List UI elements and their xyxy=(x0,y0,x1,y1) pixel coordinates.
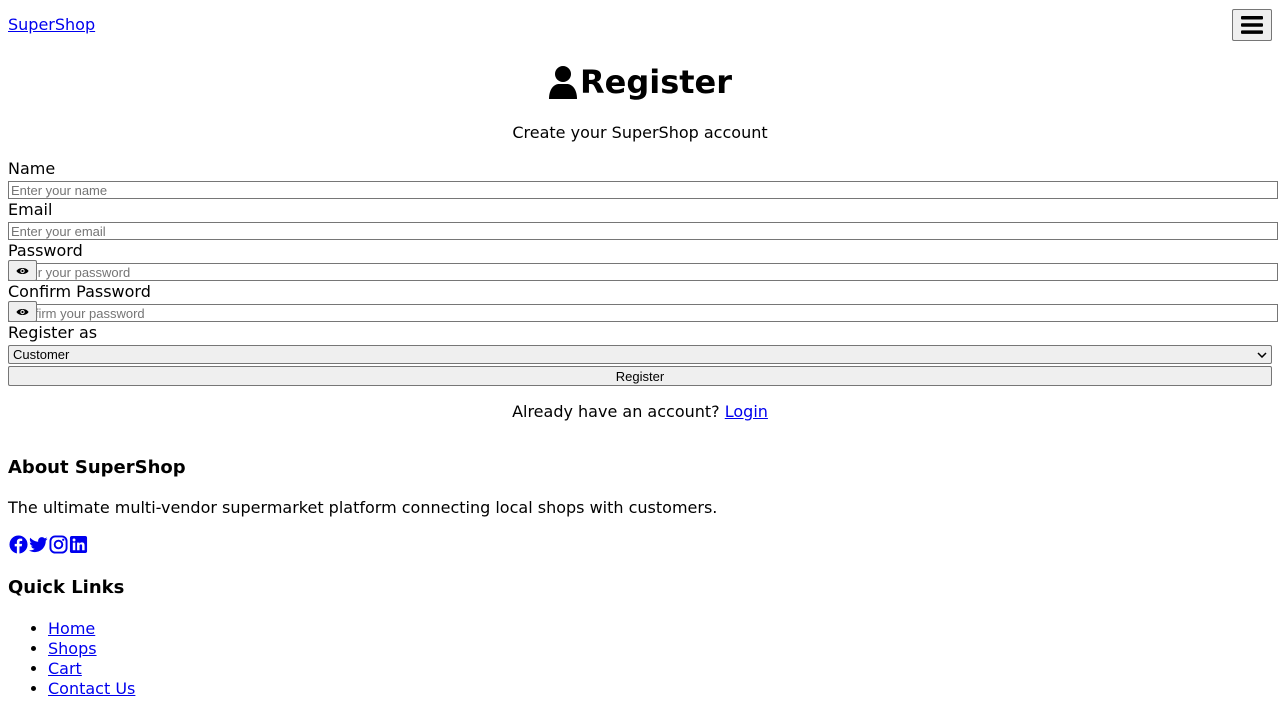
site-header: SuperShop xyxy=(0,0,1280,50)
password-label: Password xyxy=(8,241,83,260)
role-label: Register as xyxy=(8,323,98,342)
menu-toggle-button[interactable] xyxy=(1232,9,1272,41)
linkedin-link[interactable] xyxy=(68,534,88,554)
chevron-down-icon xyxy=(1257,351,1267,358)
list-item: Home xyxy=(48,619,135,639)
brand-link[interactable]: SuperShop xyxy=(8,15,95,35)
page-title: Register xyxy=(0,62,1280,102)
confirm-password-visibility-toggle[interactable] xyxy=(8,301,37,322)
email-input[interactable] xyxy=(8,222,1278,240)
quick-link-home[interactable]: Home xyxy=(48,619,95,638)
quick-link-shops[interactable]: Shops xyxy=(48,639,97,658)
password-input[interactable] xyxy=(8,263,1278,281)
facebook-link[interactable] xyxy=(8,534,28,554)
password-visibility-toggle[interactable] xyxy=(8,260,37,281)
page-title-text: Register xyxy=(579,63,733,101)
quick-link-contact[interactable]: Contact Us xyxy=(48,679,135,698)
name-label: Name xyxy=(8,159,56,178)
confirm-password-label: Confirm Password xyxy=(8,282,151,301)
email-label: Email xyxy=(8,200,53,219)
list-item: Cart xyxy=(48,659,135,679)
list-item: Shops xyxy=(48,639,135,659)
quick-links-heading: Quick Links xyxy=(8,577,125,598)
login-link[interactable]: Login xyxy=(725,402,768,421)
twitter-link[interactable] xyxy=(28,534,48,554)
eye-icon xyxy=(16,308,29,315)
user-icon xyxy=(548,66,577,99)
login-prompt: Already have an account? Login xyxy=(0,402,1280,422)
instagram-link[interactable] xyxy=(48,534,68,554)
list-item: Contact Us xyxy=(48,679,135,699)
about-heading: About SuperShop xyxy=(8,457,186,478)
confirm-password-input[interactable] xyxy=(8,304,1278,322)
eye-icon xyxy=(16,267,29,274)
social-links xyxy=(8,534,88,554)
role-select-value: Customer xyxy=(13,347,70,362)
hamburger-menu-icon xyxy=(1241,16,1263,34)
name-input[interactable] xyxy=(8,181,1278,199)
quick-links-list: Home Shops Cart Contact Us xyxy=(8,619,135,699)
linkedin-icon xyxy=(69,535,87,553)
role-select[interactable]: Customer xyxy=(8,345,1272,364)
page-subtitle: Create your SuperShop account xyxy=(512,123,768,142)
quick-link-cart[interactable]: Cart xyxy=(48,659,82,678)
facebook-icon xyxy=(8,534,28,554)
twitter-icon xyxy=(28,536,48,552)
login-prompt-text: Already have an account? xyxy=(512,402,720,421)
instagram-icon xyxy=(48,534,68,554)
register-button[interactable]: Register xyxy=(8,366,1272,386)
about-text: The ultimate multi-vendor supermarket pl… xyxy=(8,498,718,517)
